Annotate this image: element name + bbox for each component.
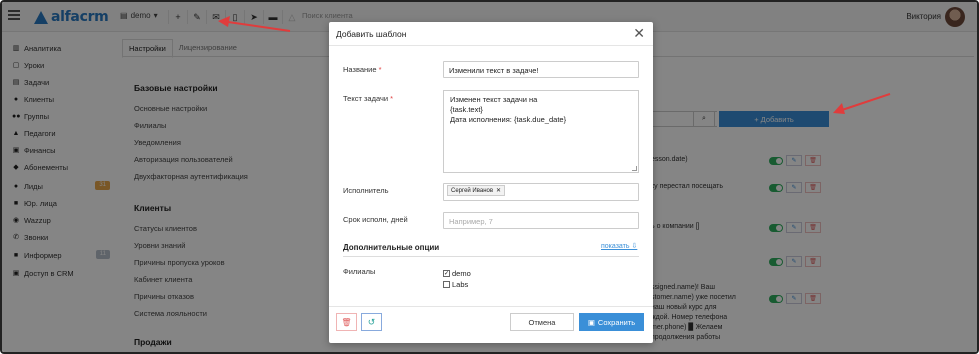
- task-text-line: Дата исполнения: {task.due_date}: [450, 115, 567, 124]
- executor-label: Исполнитель: [343, 186, 389, 195]
- checkbox-checked-icon[interactable]: ✓: [443, 270, 450, 277]
- options-title: Дополнительные опции: [343, 243, 440, 252]
- modal-header: Добавить шаблон ✕: [329, 22, 653, 46]
- save-button[interactable]: ▣ Сохранить: [579, 313, 644, 331]
- modal-footer-divider: [329, 306, 653, 307]
- branches-label: Филиалы: [343, 267, 376, 276]
- name-label: Название *: [343, 65, 382, 74]
- options-divider: [343, 256, 639, 257]
- add-template-modal: Добавить шаблон ✕ Название * Изменили те…: [329, 22, 653, 343]
- options-show-link[interactable]: показать ⇩: [601, 242, 637, 250]
- app-window: alfacrm ▤ demo ▾ + ✎ ✉ ▯ ➤ ▬ △ Поиск кли…: [0, 0, 979, 354]
- remove-chip-icon[interactable]: ✕: [496, 187, 501, 194]
- trash-icon: 🗑: [341, 317, 352, 327]
- deadline-input[interactable]: Например, 7: [443, 212, 639, 229]
- required-mark: *: [378, 65, 382, 74]
- name-input[interactable]: Изменили текст в задаче!: [443, 61, 639, 78]
- checkbox-icon[interactable]: [443, 281, 450, 288]
- delete-button[interactable]: 🗑: [336, 313, 357, 331]
- branch-checkbox-labs[interactable]: Labs: [443, 280, 468, 289]
- executor-chip: Сергей Иванов ✕: [447, 185, 506, 196]
- modal-title: Добавить шаблон: [336, 29, 407, 39]
- branch-checkbox-label: Labs: [452, 280, 469, 289]
- task-text-label: Текст задачи *: [343, 94, 393, 103]
- executor-chip-label: Сергей Иванов: [451, 187, 494, 194]
- task-text-label-text: Текст задачи: [343, 94, 389, 103]
- cancel-button[interactable]: Отмена: [510, 313, 574, 331]
- task-text-line: {task.text}: [450, 105, 483, 114]
- task-text-textarea[interactable]: Изменен текст задачи на {task.text} Дата…: [443, 90, 639, 173]
- name-label-text: Название: [343, 65, 377, 74]
- deadline-label: Срок исполн, дней: [343, 215, 408, 224]
- save-icon: ▣: [587, 317, 595, 327]
- branch-checkbox-demo[interactable]: ✓ demo: [443, 269, 471, 278]
- undo-button[interactable]: ↺: [361, 313, 382, 331]
- close-icon[interactable]: ✕: [633, 25, 645, 42]
- branch-checkbox-label: demo: [452, 269, 471, 278]
- required-mark: *: [390, 94, 394, 103]
- resize-handle-icon[interactable]: [632, 166, 637, 171]
- undo-icon: ↺: [367, 316, 376, 327]
- task-text-line: Изменен текст задачи на: [450, 95, 538, 104]
- save-label: Сохранить: [597, 317, 636, 327]
